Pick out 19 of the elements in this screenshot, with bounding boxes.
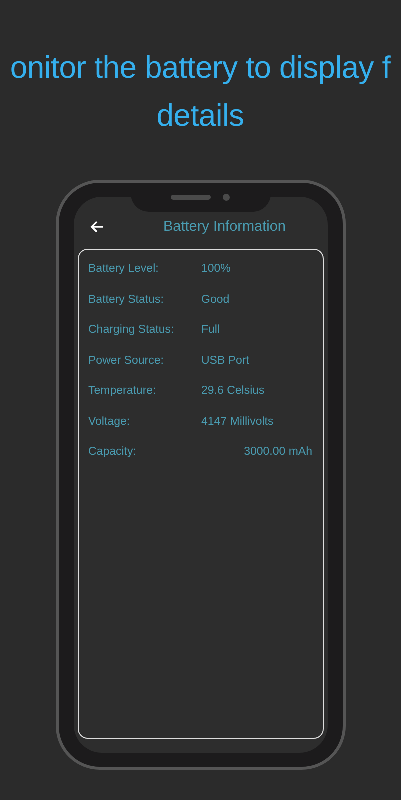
info-value: Full <box>202 324 220 336</box>
info-value: 3000.00 mAh <box>244 446 312 458</box>
info-label: Battery Status: <box>88 294 165 306</box>
info-label: Power Source: <box>88 354 165 367</box>
info-label: Capacity: <box>88 446 138 458</box>
info-label: Battery Level: <box>88 263 160 276</box>
info-value: 29.6 Celsius <box>202 385 265 398</box>
info-value: 4147 Millivolts <box>202 416 274 428</box>
screen-title: Battery Information <box>164 219 286 235</box>
info-value: 100% <box>202 263 231 276</box>
back-arrow-icon <box>90 220 104 234</box>
info-label: Charging Status: <box>88 324 176 336</box>
info-value: Good <box>202 294 230 306</box>
headline-text: details <box>156 97 244 135</box>
back-button[interactable] <box>90 220 104 234</box>
info-value: USB Port <box>202 354 250 367</box>
info-label: Temperature: <box>88 385 158 398</box>
headline-text: onitor the battery to display f <box>10 49 391 87</box>
info-label: Voltage: <box>88 416 132 428</box>
